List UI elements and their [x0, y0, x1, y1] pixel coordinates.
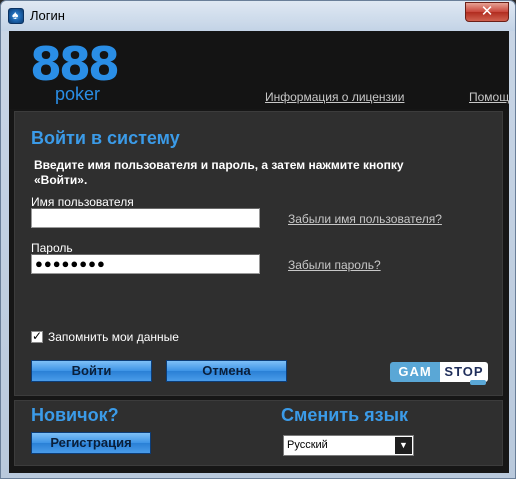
remember-checkbox[interactable] [31, 329, 43, 343]
remember-label: Запомнить мои данные [48, 330, 179, 344]
gamstop-logo-left: GAM [390, 362, 440, 382]
app-icon [8, 8, 24, 24]
login-title: Войти в систему [31, 128, 180, 148]
login-button[interactable]: Войти [31, 360, 152, 382]
close-button[interactable]: ✕ [465, 2, 509, 22]
change-language-title: Сменить язык [281, 405, 408, 425]
logo-word: poker [55, 84, 101, 104]
license-info-link[interactable]: Информация о лицензии [265, 90, 404, 104]
logo-number: 888 [30, 37, 120, 91]
login-instructions: Введите имя пользователя и пароль, а зат… [34, 158, 404, 187]
login-window: Логин ✕ 888 poker Информация о лицензии … [0, 0, 516, 479]
new-user-title: Новичок? [31, 405, 119, 425]
chevron-down-icon[interactable]: ▼ [395, 437, 412, 454]
remember-me[interactable]: Запомнить мои данные [31, 329, 179, 344]
header: 888 poker Информация о лицензии Помощь [9, 31, 509, 109]
window-title: Логин [30, 8, 65, 23]
username-input[interactable] [31, 208, 260, 228]
username-label: Имя пользователя [31, 195, 134, 209]
register-button[interactable]: Регистрация [31, 432, 151, 454]
title-bar[interactable]: Логин ✕ [1, 1, 515, 31]
client-area: 888 poker Информация о лицензии Помощь В… [9, 31, 509, 473]
password-label: Пароль [31, 241, 73, 255]
bottom-panel: Новичок? Регистрация Сменить язык Русски… [14, 400, 503, 466]
help-link[interactable]: Помощь [469, 90, 509, 104]
language-selected: Русский [287, 439, 328, 451]
login-panel: Войти в систему Введите имя пользователя… [14, 111, 503, 396]
forgot-password-link[interactable]: Забыли пароль? [288, 258, 381, 272]
cancel-button[interactable]: Отмена [166, 360, 287, 382]
language-select[interactable]: Русский ▼ [283, 435, 414, 456]
gamstop-logo[interactable]: GAM STOP [390, 362, 490, 385]
password-input[interactable]: ●●●●●●●● [31, 254, 260, 274]
forgot-username-link[interactable]: Забыли имя пользователя? [288, 212, 442, 226]
gamstop-logo-right: STOP [440, 362, 488, 385]
